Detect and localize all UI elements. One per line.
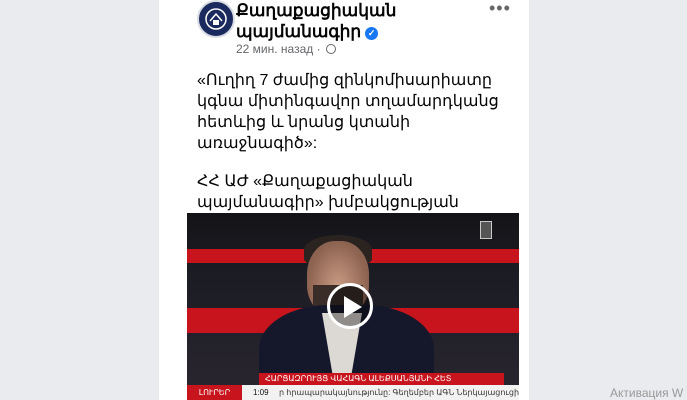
play-button[interactable]: [327, 283, 373, 329]
play-icon: [344, 296, 362, 318]
post-timestamp[interactable]: 22 мин. назад: [236, 42, 313, 56]
channel-logo-icon: [480, 221, 492, 239]
post-paragraph: «Ուղիղ 7 ժամից զինկոմիսարիատը կգնա միտին…: [197, 72, 499, 152]
verified-badge-icon: ✓: [365, 27, 379, 40]
ticker-text: ր հրապարակայնությունը: Գեղեմբեր ԱԳՆ Ներկ…: [279, 388, 519, 397]
meta-separator: ·: [316, 42, 321, 56]
video-player[interactable]: ՀԱՐՑԱԶՐՈՒՅՑ ՎԱՀԱԳՆ ԱԼԵՔՍԱՆՅԱՆԻ ՀԵՏ ԼՈՒՐԵ…: [187, 213, 519, 400]
news-ticker: ԼՈՒՐԵՐ 1:09 ր հրապարակայնությունը: Գեղեմ…: [187, 385, 519, 400]
post-card: Քաղաքացիական պայմանագիր ✓ 22 мин. назад ·…: [159, 0, 529, 400]
more-options-icon[interactable]: •••: [489, 0, 511, 19]
page-avatar[interactable]: [197, 0, 235, 38]
lower-third-caption: ՀԱՐՑԱԶՐՈՒՅՑ ՎԱՀԱԳՆ ԱԼԵՔՍԱՆՅԱՆԻ ՀԵՏ: [259, 373, 504, 385]
page-name-link[interactable]: Քաղաքացիական պայմանագիր ✓: [236, 0, 456, 42]
page-logo-icon: [205, 8, 227, 30]
post-meta: 22 мин. назад ·: [236, 42, 336, 56]
globe-icon[interactable]: [325, 44, 336, 54]
ticker-label: ԼՈՒՐԵՐ: [187, 385, 242, 400]
ticker-time: 1:09: [253, 388, 269, 397]
windows-activation-watermark: Активация W: [610, 386, 684, 400]
